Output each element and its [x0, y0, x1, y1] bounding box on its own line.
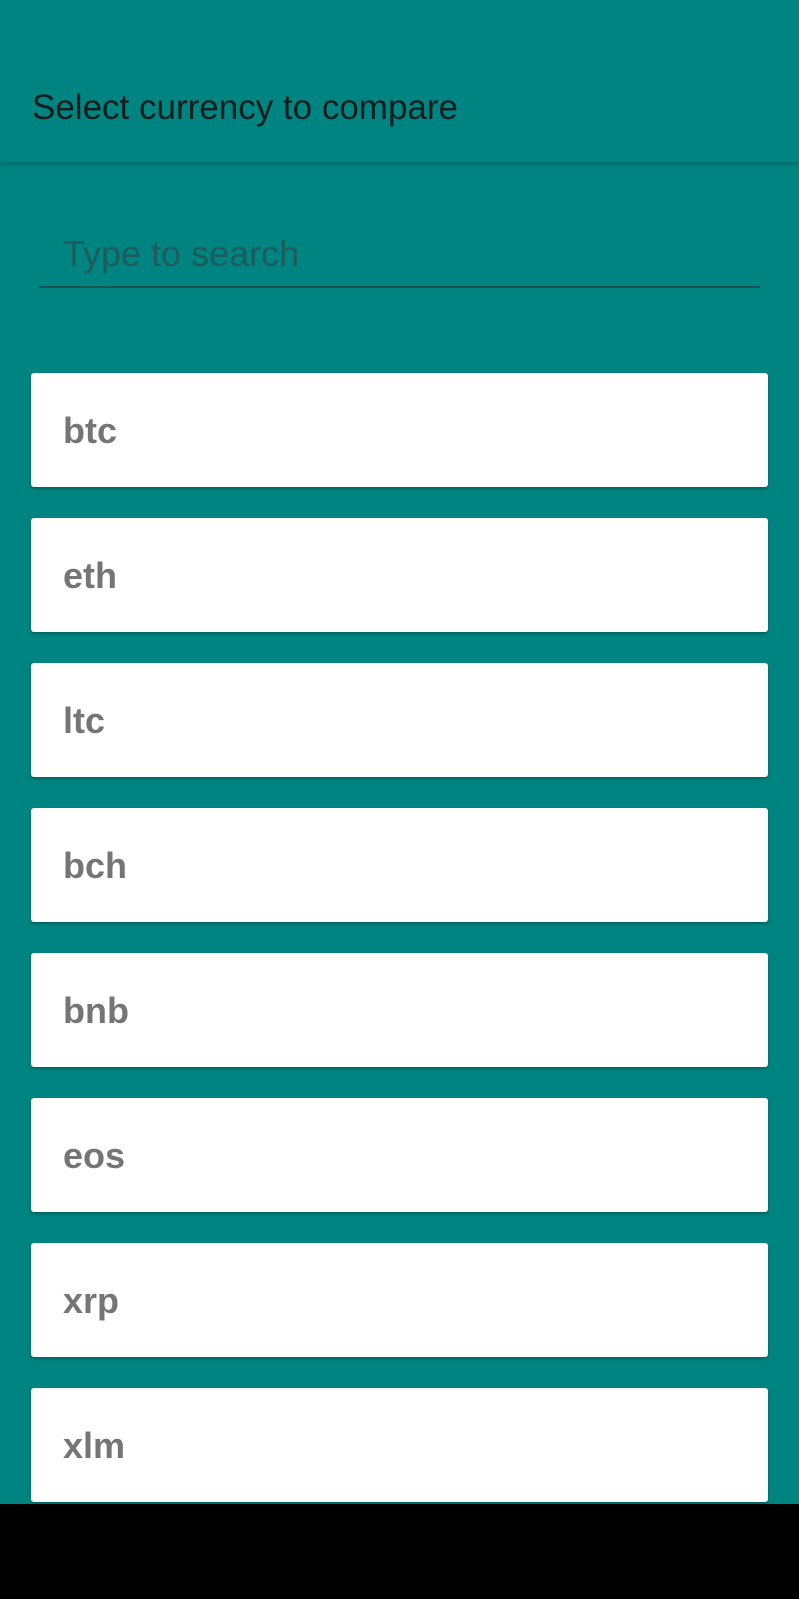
list-item-xrp[interactable]: xrp [31, 1243, 768, 1357]
list-item-ltc[interactable]: ltc [31, 663, 768, 777]
list-item-label: bch [63, 845, 128, 886]
list-item-bch[interactable]: bch [31, 808, 768, 922]
list-item-label: eth [63, 555, 117, 596]
list-item-label: xrp [63, 1280, 120, 1321]
system-navigation-bar [0, 1504, 799, 1599]
list-item-label: btc [63, 410, 117, 451]
list-item-btc[interactable]: btc [31, 373, 768, 487]
list-item-bnb[interactable]: bnb [31, 953, 768, 1067]
list-item-label: xlm [63, 1425, 126, 1466]
currency-list: btc eth ltc bch bnb eos xrp xlm [31, 373, 768, 1533]
screen: Select currency to compare btc eth ltc b… [0, 0, 799, 1599]
list-item-label: eos [63, 1135, 126, 1176]
list-item-eos[interactable]: eos [31, 1098, 768, 1212]
list-item-xlm[interactable]: xlm [31, 1388, 768, 1502]
search-input[interactable] [63, 226, 753, 282]
list-item-eth[interactable]: eth [31, 518, 768, 632]
content-area: btc eth ltc bch bnb eos xrp xlm [0, 162, 799, 1504]
list-item-label: bnb [63, 990, 129, 1031]
page-title: Select currency to compare [32, 88, 459, 127]
list-item-label: ltc [63, 700, 106, 741]
app-bar: Select currency to compare [0, 0, 799, 162]
search-field [39, 226, 760, 288]
